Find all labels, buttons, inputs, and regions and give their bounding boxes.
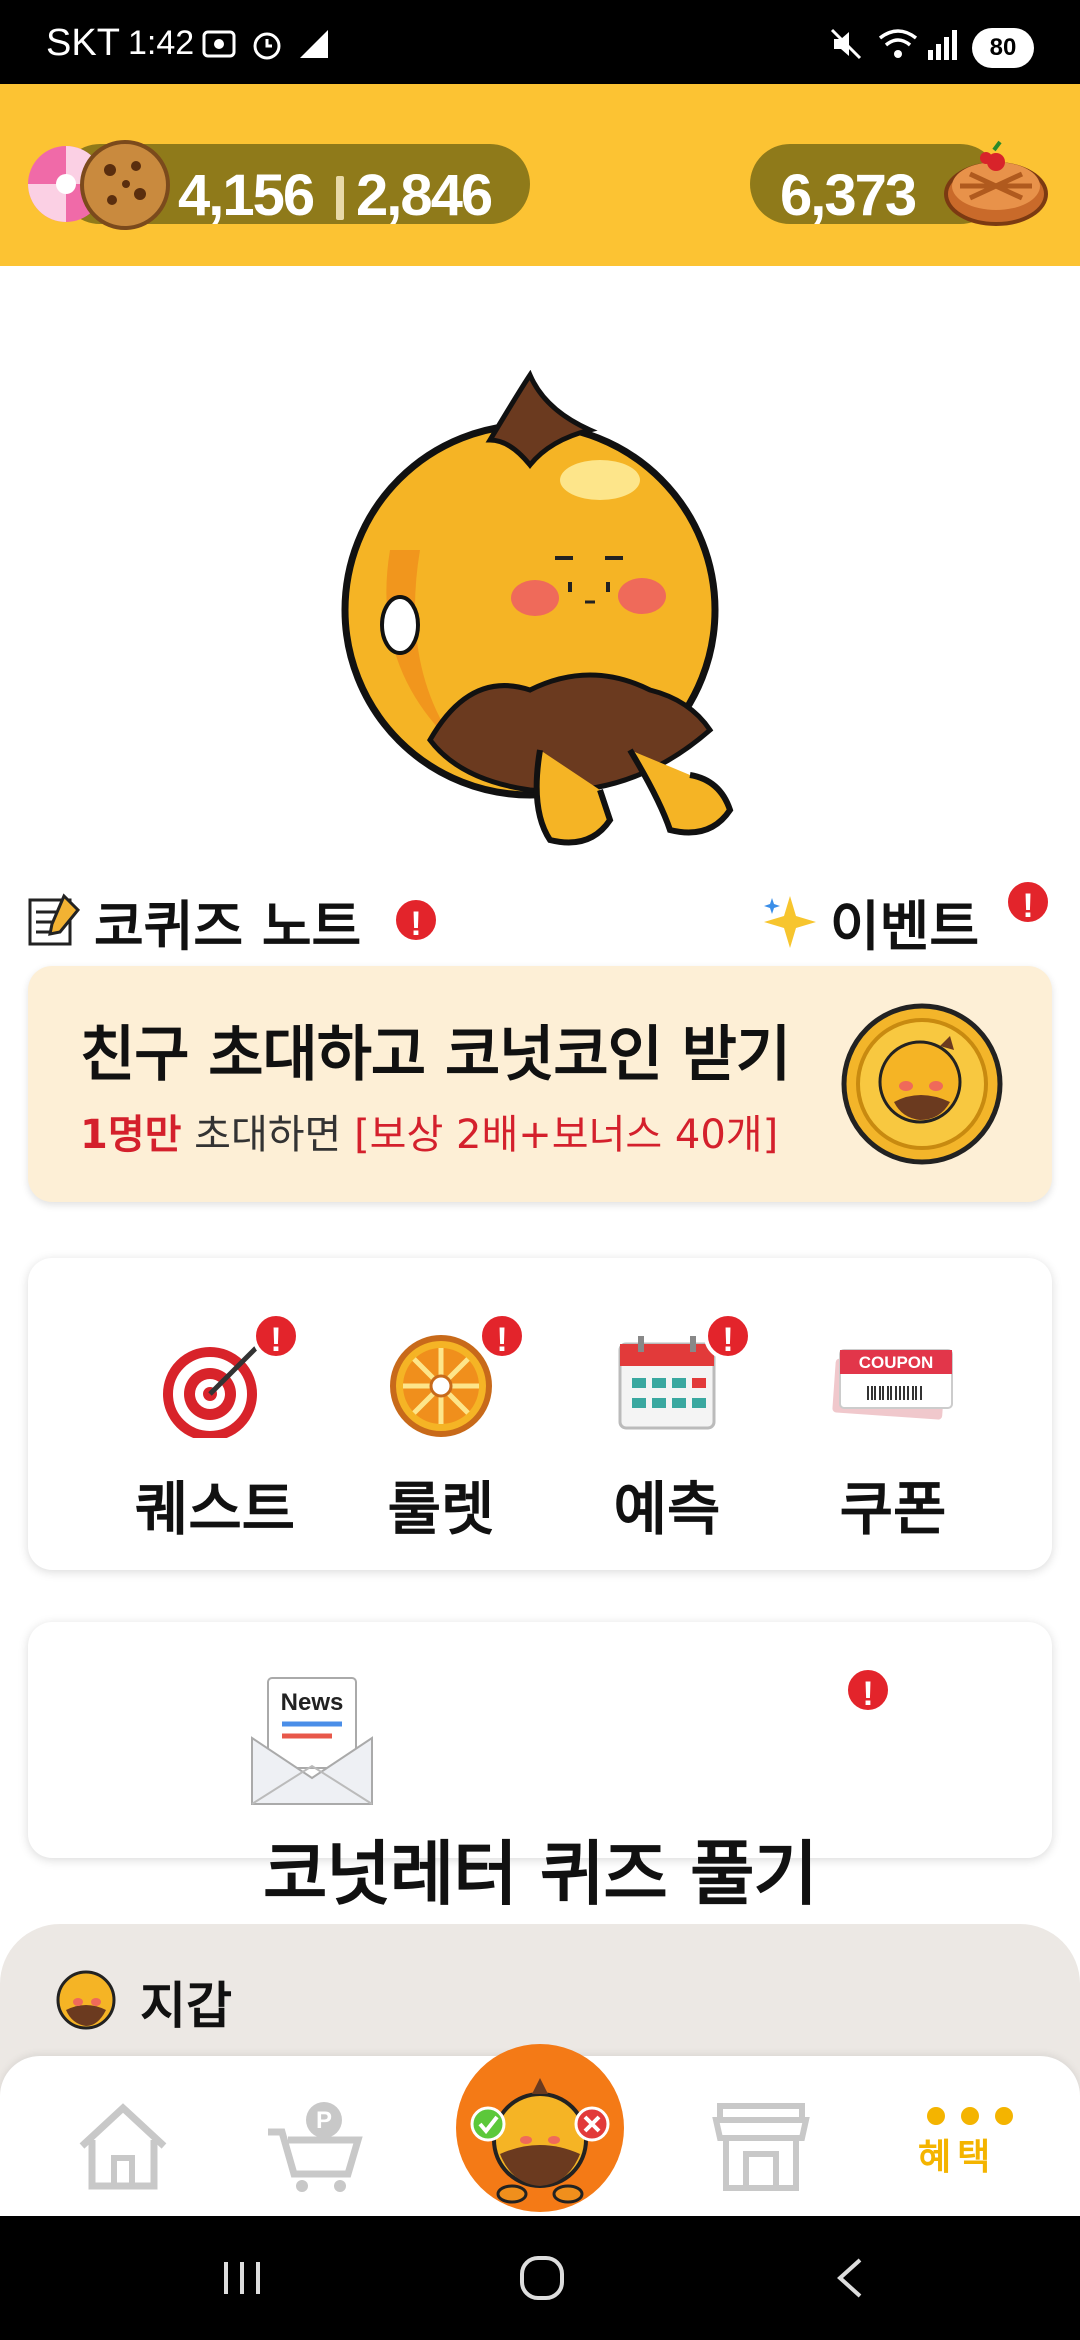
- quiz-center-button[interactable]: [456, 2044, 624, 2212]
- currency-divider: [336, 176, 344, 220]
- newsletter-alert-badge: !: [844, 1666, 892, 1714]
- event-title[interactable]: 이벤트: [830, 882, 979, 961]
- menu-label-roulette: 룰렛: [387, 1475, 495, 1543]
- pie-icon: [944, 140, 1048, 226]
- wallet-label: 지갑: [140, 1977, 232, 2035]
- quiz-center-icon: [470, 2078, 610, 2204]
- currency-bar: 4,156 2,846 6,373: [0, 84, 1080, 266]
- quiz-note-title[interactable]: 코퀴즈 노트: [94, 882, 361, 961]
- menu-label-quest: 퀘스트: [134, 1475, 296, 1543]
- clock: 1:42: [128, 24, 195, 62]
- signal-activity-icon: [300, 30, 328, 58]
- menu-label-coupon: 쿠폰: [839, 1475, 947, 1543]
- status-bar: SKT 1:42 80: [0, 0, 1080, 84]
- quest-alert-badge: !: [252, 1312, 300, 1360]
- store-icon[interactable]: [706, 2096, 816, 2196]
- menu-item-roulette[interactable]: 룰렛 !: [328, 1312, 554, 1548]
- event-alert-badge: !: [1004, 878, 1052, 926]
- alarm-icon: [253, 32, 281, 60]
- menu-label-prediction: 예측: [613, 1475, 721, 1543]
- recent-apps-icon[interactable]: [218, 2258, 268, 2298]
- invite-middle-text: 초대하면: [181, 1112, 355, 1158]
- memo-icon: [28, 893, 81, 946]
- invite-subtitle: 1명만 초대하면 [보상 2배+보너스 40개]: [80, 1102, 778, 1160]
- news-icon-label: News: [281, 1689, 344, 1716]
- candy-count: 4,156: [178, 163, 315, 228]
- chestnut-wallet-icon: [56, 1970, 116, 2030]
- home-icon[interactable]: [68, 2096, 178, 2196]
- invite-friends-banner[interactable]: 친구 초대하고 코넛코인 받기 1명만 초대하면 [보상 2배+보너스 40개]: [28, 966, 1052, 1202]
- chestnut-mascot[interactable]: [330, 370, 750, 860]
- battery-indicator: 80: [972, 28, 1034, 68]
- newsletter-envelope-icon: News: [251, 1677, 373, 1805]
- cookie-icon: [80, 140, 170, 230]
- feature-menu-card: 퀘스트 ! 룰렛 ! 예측 ! COUPON 쿠폰: [28, 1258, 1052, 1570]
- svg-text:P: P: [316, 2107, 332, 2134]
- roulette-alert-badge: !: [478, 1312, 526, 1360]
- chestnut-coin-icon: [841, 1003, 1003, 1165]
- invite-count: 1명만: [80, 1112, 182, 1158]
- nav-benefit-label[interactable]: 혜택: [918, 2128, 996, 2180]
- system-navigation-bar: [0, 2216, 1080, 2340]
- mute-icon: [830, 28, 862, 60]
- invite-title: 친구 초대하고 코넛코인 받기: [80, 1020, 791, 1090]
- menu-item-quest[interactable]: 퀘스트 !: [102, 1312, 328, 1548]
- cell-signal-icon: [928, 30, 957, 60]
- pie-count: 6,373: [780, 163, 917, 228]
- coupon-icon: COUPON: [832, 1349, 953, 1420]
- quiz-note-alert-badge: !: [392, 896, 440, 944]
- sparkle-icon: [764, 896, 816, 948]
- cookie-count: 2,846: [356, 163, 493, 228]
- screenshot-icon: [202, 30, 236, 58]
- menu-item-coupon[interactable]: COUPON 쿠폰: [780, 1318, 1006, 1548]
- wifi-icon: [878, 29, 918, 58]
- carrier-label: SKT: [46, 22, 120, 64]
- home-button-icon[interactable]: [518, 2254, 566, 2302]
- menu-item-prediction[interactable]: 예측 !: [554, 1312, 780, 1548]
- newsletter-quiz-title[interactable]: 코넛레터 퀴즈 풀기: [0, 1818, 1080, 1919]
- point-cart-icon[interactable]: P: [262, 2096, 372, 2196]
- back-icon[interactable]: [830, 2256, 870, 2300]
- invite-reward: [보상 2배+보너스 40개]: [354, 1112, 779, 1158]
- coupon-icon-text: COUPON: [859, 1353, 934, 1372]
- prediction-alert-badge: !: [704, 1312, 752, 1360]
